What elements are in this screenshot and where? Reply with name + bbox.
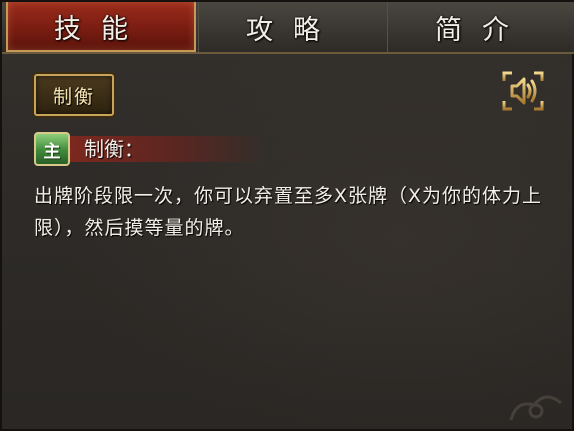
tab-intro[interactable]: 简介: [388, 2, 574, 52]
cloud-ornament-icon: [509, 395, 562, 421]
skill-header: 主 制衡：: [34, 132, 274, 166]
skill-select-button[interactable]: 制衡: [34, 74, 114, 116]
skill-type-badge: 主: [34, 132, 70, 166]
skill-name: 制衡：: [84, 137, 144, 161]
skill-description: 出牌阶段限一次，你可以弃置至多X张牌（X为你的体力上限），然后摸等量的牌。: [34, 185, 543, 239]
tab-bar: 技能 攻略 简介: [2, 2, 574, 54]
speaker-icon[interactable]: [498, 67, 548, 115]
skill-panel: 技能 攻略 简介 制衡 主 制衡： 出牌阶段限一次，你可以弃置至多X张牌（X为你…: [0, 0, 574, 431]
tab-strategy[interactable]: 攻略: [198, 2, 388, 52]
tab-skills[interactable]: 技能: [6, 2, 196, 52]
